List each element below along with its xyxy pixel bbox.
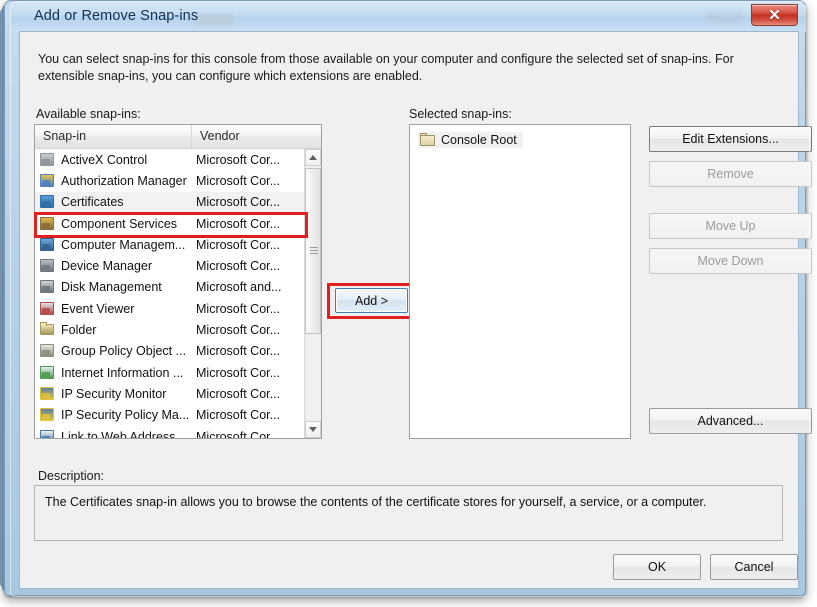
table-row[interactable]: Event Viewer Microsoft Cor... bbox=[35, 298, 305, 319]
snapin-name: Internet Information ... bbox=[61, 365, 184, 380]
scroll-down-button[interactable] bbox=[305, 421, 321, 438]
table-row[interactable]: Internet Information ... Microsoft Cor... bbox=[35, 362, 305, 383]
ok-button[interactable]: OK bbox=[613, 554, 701, 580]
ip-security-policy-icon bbox=[40, 407, 56, 423]
component-services-icon bbox=[40, 216, 56, 232]
move-down-button: Move Down bbox=[649, 248, 812, 274]
certificates-icon bbox=[40, 194, 56, 210]
description-text: The Certificates snap-in allows you to b… bbox=[45, 495, 707, 509]
snapin-vendor: Microsoft Cor... bbox=[196, 301, 281, 316]
snapin-vendor: Microsoft and... bbox=[196, 280, 282, 295]
disk-management-icon bbox=[40, 279, 56, 295]
group-policy-icon bbox=[40, 343, 56, 359]
snapin-name: Authorization Manager bbox=[61, 173, 187, 188]
snapin-name: Component Services bbox=[61, 216, 178, 231]
snapin-vendor: Microsoft Cor... bbox=[196, 216, 281, 231]
scroll-up-button[interactable] bbox=[305, 149, 321, 166]
activex-icon bbox=[40, 152, 56, 168]
table-row[interactable]: Authorization Manager Microsoft Cor... bbox=[35, 170, 305, 191]
edit-extensions-button[interactable]: Edit Extensions... bbox=[649, 126, 812, 152]
close-button[interactable]: ✕ bbox=[751, 4, 798, 26]
computer-management-icon bbox=[40, 237, 56, 253]
snapin-name: Certificates bbox=[61, 195, 124, 210]
available-snapins-list[interactable]: Snap-in Vendor ActiveX Control Microsoft … bbox=[34, 124, 322, 439]
table-row[interactable]: Link to Web Address Microsoft Cor... bbox=[35, 426, 305, 439]
table-row[interactable]: Computer Managem... Microsoft Cor... bbox=[35, 234, 305, 255]
title-blur-artifact-right bbox=[707, 12, 743, 22]
snapin-name: IP Security Policy Ma... bbox=[61, 408, 190, 423]
folder-icon bbox=[40, 322, 56, 338]
ip-security-monitor-icon bbox=[40, 386, 56, 402]
snapin-name: Device Manager bbox=[61, 259, 153, 274]
list-rows-container: ActiveX Control Microsoft Cor... Authoriza… bbox=[35, 149, 305, 439]
advanced-button[interactable]: Advanced... bbox=[649, 408, 812, 434]
snapin-vendor: Microsoft Cor... bbox=[196, 195, 281, 210]
table-row[interactable]: Disk Management Microsoft and... bbox=[35, 277, 305, 298]
move-up-button: Move Up bbox=[649, 213, 812, 239]
description-box: The Certificates snap-in allows you to b… bbox=[34, 485, 783, 541]
scrollbar-thumb[interactable] bbox=[305, 168, 321, 334]
snapin-vendor: Microsoft Cor... bbox=[196, 429, 281, 439]
snapin-vendor: Microsoft Cor... bbox=[196, 152, 281, 167]
window-frame: Add or Remove Snap-ins ✕ You can select … bbox=[0, 0, 817, 607]
table-row[interactable]: Group Policy Object ... Microsoft Cor... bbox=[35, 341, 305, 362]
add-button-group: Add > bbox=[327, 283, 416, 319]
dialog-window: Add or Remove Snap-ins ✕ You can select … bbox=[4, 0, 812, 597]
table-row[interactable]: Certificates Microsoft Cor... bbox=[35, 191, 305, 213]
table-row[interactable]: ActiveX Control Microsoft Cor... bbox=[35, 149, 305, 170]
dialog-client-area: You can select snap-ins for this console… bbox=[19, 31, 812, 589]
chevron-up-icon bbox=[309, 155, 317, 160]
selected-snapins-list[interactable]: Console Root bbox=[409, 124, 631, 439]
column-header-vendor[interactable]: Vendor bbox=[192, 125, 304, 148]
folder-icon bbox=[420, 133, 436, 147]
column-header-snapin[interactable]: Snap-in bbox=[35, 125, 192, 148]
title-blur-artifact bbox=[195, 14, 233, 25]
event-viewer-icon bbox=[40, 301, 56, 317]
snapin-name: ActiveX Control bbox=[61, 152, 148, 167]
list-header-row: Snap-in Vendor bbox=[35, 125, 321, 149]
close-icon: ✕ bbox=[768, 6, 781, 24]
table-row[interactable]: Folder Microsoft Cor... bbox=[35, 319, 305, 340]
table-row[interactable]: IP Security Monitor Microsoft Cor... bbox=[35, 383, 305, 404]
snapin-vendor: Microsoft Cor... bbox=[196, 344, 281, 359]
chevron-down-icon bbox=[309, 427, 317, 432]
scrollbar-grip-icon bbox=[310, 247, 318, 255]
snapin-vendor: Microsoft Cor... bbox=[196, 365, 281, 380]
snapin-vendor: Microsoft Cor... bbox=[196, 386, 281, 401]
snapin-vendor: Microsoft Cor... bbox=[196, 259, 281, 274]
add-button[interactable]: Add > bbox=[335, 288, 408, 313]
title-bar: Add or Remove Snap-ins ✕ bbox=[10, 2, 806, 32]
cancel-button[interactable]: Cancel bbox=[710, 554, 798, 580]
list-scrollbar[interactable] bbox=[304, 149, 321, 438]
window-title: Add or Remove Snap-ins bbox=[34, 8, 199, 24]
snapin-name: Folder bbox=[61, 323, 97, 338]
snapin-name: Event Viewer bbox=[61, 301, 135, 316]
table-row[interactable]: IP Security Policy Ma... Microsoft Cor... bbox=[35, 405, 305, 426]
selected-snapins-label: Selected snap-ins: bbox=[409, 107, 512, 121]
list-item-console-root[interactable]: Console Root bbox=[418, 132, 523, 148]
available-snapins-label: Available snap-ins: bbox=[36, 107, 141, 121]
snapin-name: Disk Management bbox=[61, 280, 162, 295]
intro-text: You can select snap-ins for this console… bbox=[38, 52, 734, 83]
authorization-manager-icon bbox=[40, 173, 56, 189]
snapin-vendor: Microsoft Cor... bbox=[196, 323, 281, 338]
snapin-name: Group Policy Object ... bbox=[61, 344, 187, 359]
device-manager-icon bbox=[40, 258, 56, 274]
internet-information-icon bbox=[40, 365, 56, 381]
description-label: Description: bbox=[38, 469, 104, 483]
snapin-name: Link to Web Address bbox=[61, 429, 176, 439]
snapin-name: Computer Managem... bbox=[61, 237, 186, 252]
link-web-address-icon bbox=[40, 429, 56, 438]
table-row[interactable]: Component Services Microsoft Cor... bbox=[35, 213, 305, 234]
console-root-label: Console Root bbox=[441, 133, 517, 147]
snapin-vendor: Microsoft Cor... bbox=[196, 408, 281, 423]
snapin-name: IP Security Monitor bbox=[61, 386, 167, 401]
table-row[interactable]: Device Manager Microsoft Cor... bbox=[35, 255, 305, 276]
remove-button: Remove bbox=[649, 161, 812, 187]
snapin-vendor: Microsoft Cor... bbox=[196, 237, 281, 252]
snapin-vendor: Microsoft Cor... bbox=[196, 173, 281, 188]
